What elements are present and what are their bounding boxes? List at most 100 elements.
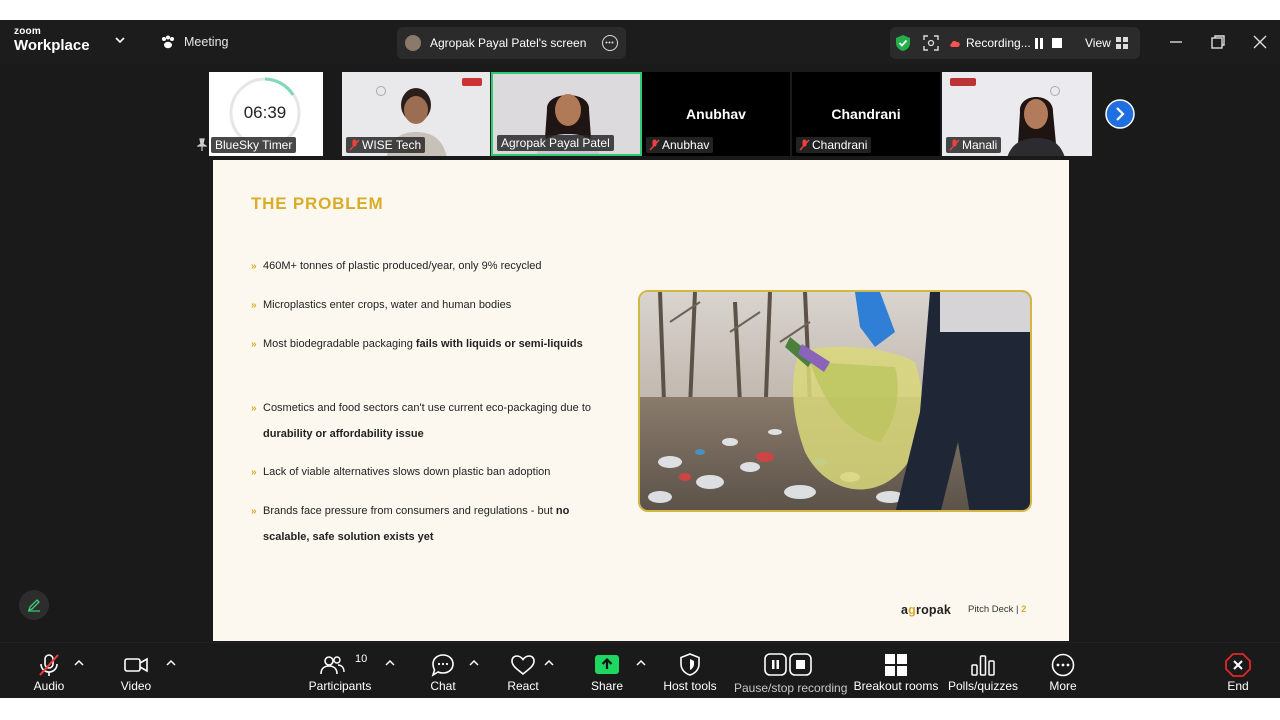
bullet-bold: fails with liquids or semi-liquids [415,338,583,350]
chat-label: Chat [430,679,456,693]
polls-icon [971,655,995,676]
focus-icon[interactable] [923,35,939,51]
react-options-caret-icon[interactable] [544,659,554,667]
participant-name-tag: Agropak Payal Patel [497,135,614,151]
more-button[interactable]: More [1038,643,1088,698]
slide-bullet: » Cosmetics and food sectors can't use c… [251,396,591,447]
sharer-avatar [405,35,421,51]
agropak-logo: agropak [901,603,951,617]
video-tile-wise-tech[interactable]: WISE Tech [342,72,490,156]
participant-name: Agropak Payal Patel [501,136,610,150]
end-button[interactable]: End [1216,643,1260,698]
view-button[interactable]: View [1085,36,1111,50]
screen-share-tab[interactable]: Agropak Payal Patel's screen [397,27,626,59]
video-tile-manali[interactable]: Manali [942,72,1092,156]
share-screen-icon [595,655,619,674]
logo-line2: Workplace [14,37,90,54]
mic-muted-icon [349,139,360,151]
mic-muted-icon [949,139,960,151]
participant-name: Manali [962,138,998,152]
more-icon [1051,653,1075,677]
chat-button[interactable]: Chat [420,643,466,698]
pause-stop-recording-button[interactable]: Pause/stop recording [734,643,847,698]
grid-view-icon[interactable] [1116,37,1128,49]
meeting-tab-label: Meeting [184,35,229,49]
participant-name-tag: Anubhav [646,137,714,153]
slide-bullet: » Microplastics enter crops, water and h… [251,293,591,319]
wall-light [376,86,386,96]
participant-name: Anubhav [662,138,710,152]
participant-name-tag: Chandrani [796,137,872,153]
shield-icon [680,653,700,676]
participant-name: BlueSky Timer [211,137,297,153]
bullet-text: Brands face pressure from consumers and … [263,505,556,517]
chevron-down-icon[interactable] [114,34,126,46]
share-button[interactable]: Share [582,643,632,698]
bullet-mark: » [251,339,257,350]
more-options-icon[interactable] [602,35,618,51]
paw-icon [162,35,174,49]
react-button[interactable]: React [500,643,546,698]
shield-check-icon[interactable] [895,34,911,52]
next-page-arrow-icon[interactable] [1105,99,1135,129]
host-tools-button[interactable]: Host tools [660,643,720,698]
video-camera-icon [124,657,148,673]
meeting-tab[interactable]: Meeting [160,32,228,52]
timer-value: 06:39 [243,103,287,122]
close-icon[interactable] [1250,32,1270,52]
pause-stop-icon [764,653,812,676]
pause-icon[interactable] [1034,38,1044,49]
wall-logo [950,78,976,86]
zoom-logo: zoom Workplace [14,27,90,54]
participants-label: Participants [308,679,372,693]
mic-muted-icon [39,654,59,676]
bullet-text: Lack of viable alternatives slows down p… [263,466,551,478]
video-tile-chandrani[interactable]: Chandrani Chandrani [792,72,940,156]
chat-options-caret-icon[interactable] [469,659,479,667]
recording-label: Recording... [966,36,1031,50]
breakout-rooms-icon [885,654,907,676]
bullet-mark: » [251,300,257,311]
minimize-icon[interactable] [1166,32,1186,52]
participant-name: WISE Tech [362,138,422,152]
chat-icon [431,654,454,677]
mic-muted-icon [799,139,810,151]
breakout-rooms-label: Breakout rooms [853,679,939,693]
share-title: Agropak Payal Patel's screen [430,36,587,50]
video-options-caret-icon[interactable] [166,659,176,667]
meeting-toolbar: Audio Video 10 Participants Chat React S… [0,642,1280,698]
brand-accent: g [908,603,916,617]
participants-icon [320,656,345,675]
participants-options-caret-icon[interactable] [385,659,395,667]
share-label: Share [590,679,624,693]
stop-icon[interactable] [1052,38,1062,48]
screen: zoom Workplace Meeting Agropak Payal Pat… [0,0,1280,720]
breakout-rooms-button[interactable]: Breakout rooms [852,643,940,698]
bullet-mark: » [251,506,257,517]
bullet-text: Microplastics enter crops, water and hum… [263,299,512,311]
participants-count: 10 [355,653,368,665]
audio-label: Audio [33,679,65,693]
participants-button[interactable]: 10 Participants [305,643,375,698]
zoom-window: zoom Workplace Meeting Agropak Payal Pat… [0,20,1280,698]
participant-name-tag: WISE Tech [346,137,426,153]
video-tile-timer[interactable]: 06:39 BlueSky Timer [193,72,323,156]
cloud-record-icon [950,40,960,47]
participant-display-name: Chandrani [831,106,901,122]
polls-quizzes-button[interactable]: Polls/quizzes [946,643,1020,698]
bullet-bold: durability or affordability issue [263,427,424,440]
audio-options-caret-icon[interactable] [74,659,84,667]
bullet-text: Cosmetics and food sectors can't use cur… [263,402,592,414]
video-tile-anubhav[interactable]: Anubhav Anubhav [642,72,790,156]
slide-bullet: » Lack of viable alternatives slows down… [251,460,591,486]
audio-button[interactable]: Audio [20,643,78,698]
bullet-mark: » [251,261,257,272]
pen-icon [27,599,40,612]
video-button[interactable]: Video [106,643,166,698]
restore-icon[interactable] [1208,32,1228,52]
share-options-caret-icon[interactable] [636,659,646,667]
annotate-pen-button[interactable] [19,590,49,620]
video-tile-active-speaker[interactable]: Agropak Payal Patel [491,72,642,156]
brand-part: ropak [916,603,952,617]
slide-title: THE PROBLEM [251,194,384,213]
